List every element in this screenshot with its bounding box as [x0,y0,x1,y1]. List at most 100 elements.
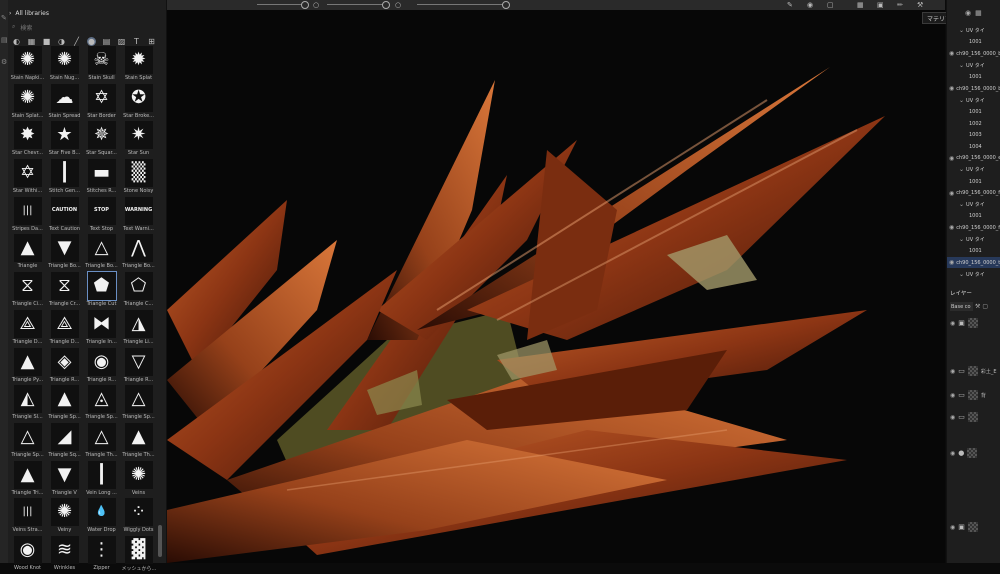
eye-icon[interactable]: ◉ [950,450,955,457]
3d-viewport[interactable] [167,10,945,563]
asset-item[interactable]: ⬟ Triangle Cut [85,271,118,310]
slider-track[interactable] [257,4,307,5]
search-bar[interactable]: ⌕ 検索 [12,22,160,32]
asset-item[interactable]: ⬠ Triangle C... [122,272,155,310]
asset-item[interactable]: ⟁ Triangle D... [48,309,81,348]
texture-set-row[interactable]: ◉ ch90_156_0000_b [947,83,1000,95]
chevron-down-icon[interactable]: ⌄ [959,27,964,34]
asset-item[interactable]: ✵ Star Squar... [85,121,118,159]
eye-icon[interactable]: ◉ [950,392,955,399]
eye-icon[interactable]: ◉ [950,524,955,531]
search-input[interactable]: 検索 [20,23,32,32]
layer-row[interactable]: ◉ ▣ [947,522,1000,532]
asset-item[interactable]: ✺ Stain Nug... [48,46,81,84]
square-icon[interactable]: ▢ [982,303,988,310]
tool-icon[interactable]: ⚙ [1,58,8,66]
texture-set-row[interactable]: 1003 [947,129,1000,141]
texture-set-row[interactable]: 1004 [947,141,1000,153]
asset-item[interactable]: ▼ Triangle V [48,460,81,499]
asset-item[interactable]: ▲ Triangle Tri... [11,460,44,499]
texture-set-row[interactable]: 1001 [947,211,1000,223]
asset-item[interactable]: ✡ Star Withi... [11,159,44,197]
asset-item[interactable]: ◈ Triangle R... [48,347,81,386]
asset-item[interactable]: ✺ Stain Napki... [11,46,44,84]
texture-set-row[interactable]: ⌄ UV タイ [947,234,1000,246]
eye-icon[interactable]: ◉ [950,320,955,327]
asset-item[interactable]: ◉ Wood Knot [11,535,44,574]
eye-icon[interactable]: ◉ [949,85,954,92]
slider-track[interactable] [417,4,507,5]
asset-item[interactable]: ☁ Stain Spread [48,83,81,122]
asset-item[interactable]: ✹ Stain Splat [122,46,155,84]
asset-item[interactable]: ✸ Star Chevr... [11,121,44,159]
camera-icon[interactable]: ▣ [877,1,884,9]
slider-handle[interactable] [382,1,390,9]
circle-half-icon[interactable]: ◐ [12,37,21,46]
asset-item[interactable]: ▲ Triangle [11,234,44,272]
slider-track[interactable] [327,4,387,5]
asset-item[interactable]: WARNING Text Warni... [122,196,155,235]
texture-set-row[interactable]: ⌄ UV タイ [947,25,1000,37]
asset-item[interactable]: ✺ Veins [122,460,155,499]
texture-set-row[interactable]: ⌄ UV タイ [947,164,1000,176]
tool-icon[interactable]: ▤ [1,36,8,44]
grid-icon[interactable]: ▦ [975,9,982,17]
eye-icon[interactable]: ◉ [950,368,955,375]
asset-item[interactable]: ⧓ Triangle In... [85,309,118,348]
asset-item[interactable]: ◮ Triangle Li... [122,309,155,348]
asset-item[interactable]: ▓ メッシュから... [122,535,156,574]
asset-item[interactable]: ⋀ Triangle Bo... [122,234,155,272]
texture-set-row[interactable]: 1001 [947,37,1000,49]
texture-set-row[interactable]: ◉ ch90_156_0000_b [947,48,1000,60]
layer-row[interactable]: ◉ ● [947,448,1000,458]
asset-item[interactable]: ┃ Vein Long ... [85,460,118,499]
grid-icon[interactable]: ▦ [857,1,864,9]
asset-item[interactable]: ◬ Triangle Sp... [85,385,118,423]
eye-icon[interactable]: ◉ [965,9,971,17]
circle-icon[interactable]: ◑ [57,37,66,46]
chevron-down-icon[interactable]: ⌄ [959,236,964,243]
chevron-down-icon[interactable]: ⌄ [959,97,964,104]
asset-item[interactable]: ▲ Triangle Th... [122,422,155,461]
asset-item[interactable]: ★ Star Five B... [48,121,81,159]
asset-item[interactable]: ▬ Stitches R... [85,159,118,197]
asset-item[interactable]: △ Triangle Sp... [122,385,155,423]
blend-mode-select[interactable]: Base co [950,302,973,311]
asset-item[interactable]: 💧 Water Drop [85,498,118,536]
asset-item[interactable]: ⧖ Triangle Ci... [11,272,44,310]
texture-set-row[interactable]: 1002 [947,118,1000,130]
camera-icon[interactable]: ◉ [807,1,813,9]
chevron-down-icon[interactable]: ⌄ [959,62,964,69]
circle-icon[interactable]: ○ [395,1,401,9]
layer-row[interactable]: ◉ ▣ [947,318,1000,328]
grid-icon[interactable]: ▦ [27,37,36,46]
chevron-down-icon[interactable]: ⌄ [959,271,964,278]
texture-set-row[interactable]: 1001 [947,106,1000,118]
asset-item[interactable]: ▒ Stone Noisy [122,159,155,197]
brush-icon[interactable]: ╱ [72,37,81,46]
asset-item[interactable]: ☠ Stain Skull [85,46,118,84]
texture-set-row[interactable]: 1001 [947,176,1000,188]
wrench-icon[interactable]: ⚒ [975,303,980,310]
chevron-down-icon[interactable]: ⌄ [959,166,964,173]
asset-item[interactable]: ⧖ Triangle Cr... [48,272,81,310]
circle-fill-icon[interactable]: ● [87,36,96,46]
layer-row[interactable]: ◉ ▭ 彩土_E [947,366,1000,376]
asset-item[interactable]: ⟁ Triangle D... [11,309,44,348]
brush-icon[interactable]: ✏ [897,1,903,9]
asset-item[interactable]: ||| Veins Stra... [11,498,44,536]
square-icon[interactable]: ▢ [827,1,834,9]
texture-set-row[interactable]: ◉ ch90_156_0000_te [947,256,1000,269]
asset-item[interactable]: CAUTION Text Caution [48,196,81,235]
texture-set-row[interactable]: ⌄ UV タイ [947,268,1000,280]
image-icon[interactable]: ▨ [117,37,126,46]
eye-icon[interactable]: ◉ [949,155,954,162]
texture-set-row[interactable]: ◉ ch90_156_0000_fu [947,222,1000,234]
grid-view-icon[interactable]: ⊞ [147,37,156,46]
texture-set-row[interactable]: 1001 [947,71,1000,83]
texture-set-row[interactable]: 1001 [947,245,1000,257]
asset-item[interactable]: STOP Text Stop [85,196,118,235]
library-header[interactable]: › All libraries [9,6,49,20]
circle-icon[interactable]: ○ [313,1,319,9]
square-icon[interactable]: ■ [42,37,51,46]
